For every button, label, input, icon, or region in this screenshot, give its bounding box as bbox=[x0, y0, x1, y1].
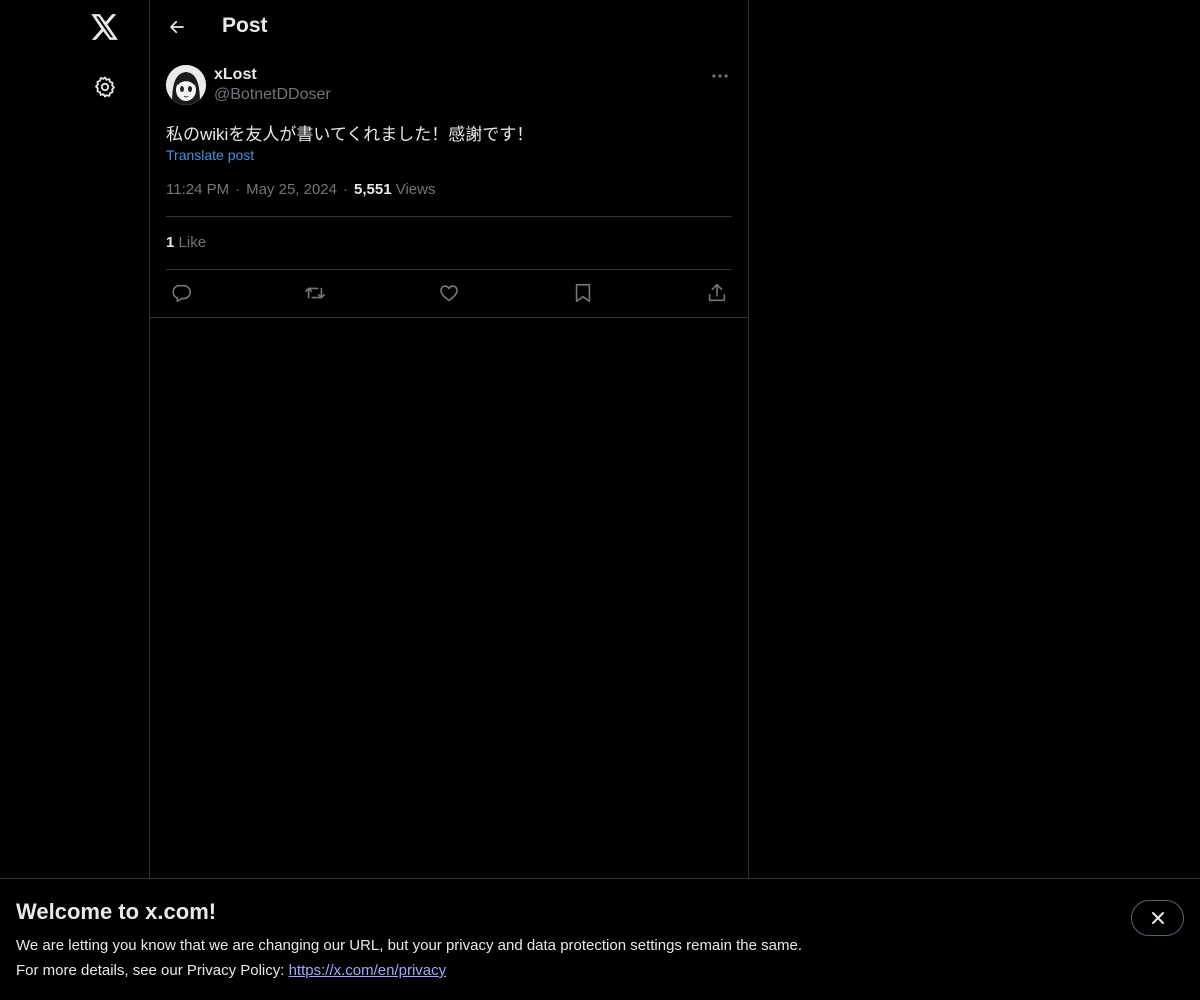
privacy-policy-link[interactable]: https://x.com/en/privacy bbox=[289, 962, 447, 979]
reply-icon bbox=[172, 284, 191, 303]
post-date[interactable]: May 25, 2024 bbox=[246, 181, 337, 198]
more-options-button[interactable] bbox=[708, 66, 732, 86]
post-time[interactable]: 11:24 PM bbox=[166, 181, 229, 198]
x-logo-icon[interactable] bbox=[90, 12, 120, 42]
post-meta: 11:24 PM · May 25, 2024 · 5,551 Views bbox=[166, 181, 435, 198]
heart-icon bbox=[440, 285, 458, 302]
bookmark-button[interactable] bbox=[568, 280, 598, 306]
gear-icon[interactable] bbox=[90, 72, 120, 102]
like-button[interactable] bbox=[434, 280, 464, 306]
likes-count: 1 bbox=[166, 234, 175, 251]
translate-post-link[interactable]: Translate post bbox=[166, 147, 254, 163]
ellipsis-icon bbox=[712, 74, 728, 78]
banner-title: Welcome to x.com! bbox=[16, 899, 217, 924]
banner-message: We are letting you know that we are chan… bbox=[16, 937, 802, 954]
divider bbox=[150, 317, 748, 318]
banner-details: For more details, see our Privacy Policy… bbox=[16, 962, 446, 979]
separator-dot: · bbox=[235, 181, 241, 198]
user-handle[interactable]: @BotnetDDoser bbox=[214, 86, 331, 104]
reply-button[interactable] bbox=[166, 280, 196, 306]
display-name[interactable]: xLost bbox=[214, 66, 257, 84]
arrow-left-icon bbox=[170, 20, 184, 34]
page-title: Post bbox=[222, 14, 268, 37]
post-text: 私のwikiを友人が書いてくれました！感謝です！ bbox=[166, 125, 534, 144]
close-icon bbox=[1151, 912, 1164, 924]
url-change-banner: Welcome to x.com! We are letting you kno… bbox=[0, 878, 1200, 1000]
post-actions bbox=[166, 280, 732, 306]
divider bbox=[166, 216, 732, 217]
left-nav bbox=[0, 0, 149, 878]
views-label: Views bbox=[395, 181, 436, 198]
page-header: Post bbox=[150, 0, 748, 54]
back-button[interactable] bbox=[164, 14, 190, 40]
views-count: 5,551 bbox=[354, 181, 392, 198]
main-column: Post xLost @BotnetDDoser 私のwikiを友人が書いてくれ… bbox=[149, 0, 749, 878]
repost-icon bbox=[305, 287, 325, 299]
separator-dot: · bbox=[343, 181, 348, 198]
banner-details-text: For more details, see our Privacy Policy… bbox=[16, 962, 289, 979]
divider bbox=[166, 269, 732, 270]
repost-button[interactable] bbox=[300, 280, 330, 306]
close-banner-button[interactable] bbox=[1131, 900, 1184, 936]
likes-label: Like bbox=[178, 234, 207, 251]
bookmark-icon bbox=[575, 283, 591, 303]
likes-row[interactable]: 1 Like bbox=[166, 234, 206, 251]
share-icon bbox=[708, 283, 726, 302]
avatar[interactable] bbox=[166, 65, 206, 105]
share-button[interactable] bbox=[702, 280, 732, 306]
